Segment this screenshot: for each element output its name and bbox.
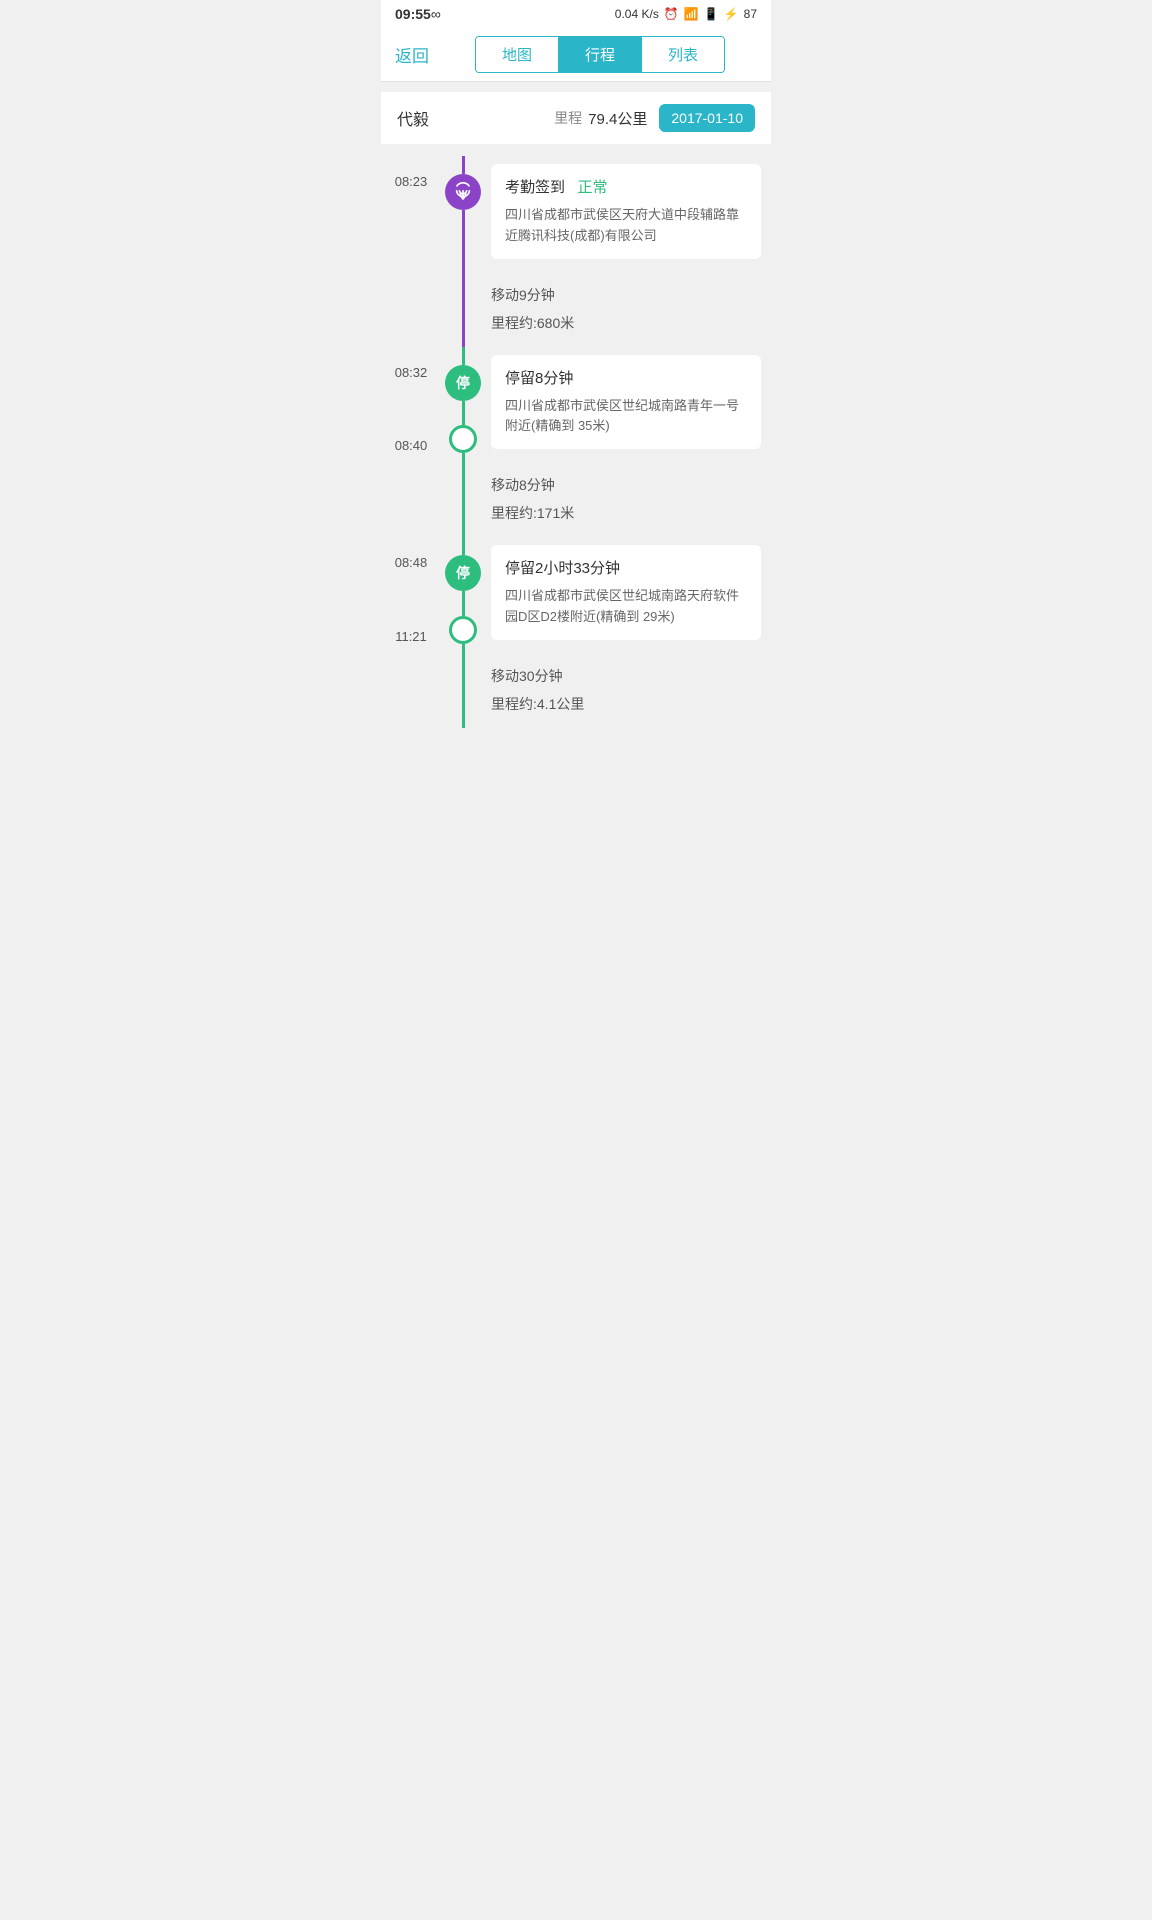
move-segment-1: 移动8分钟 里程约:171米 [381,461,771,537]
status-right: 0.04 K/s ⏰ 📶 📱 ⚡ 87 [615,7,757,21]
status-infinity: ∞ [431,6,441,22]
stop-card-1: 停留2小时33分钟 四川省成都市武侯区世纪城南路天府软件园D区D2楼附近(精确到… [491,545,761,640]
status-time: 09:55 [395,6,431,22]
stop-content-0: 停留8分钟 四川省成都市武侯区世纪城南路青年一号附近(精确到 35米) [485,347,771,462]
event-title-0: 考勤签到 正常 [505,176,747,197]
move-content-2: 移动30分钟 里程约:4.1公里 [485,652,771,728]
time-col-0: 08:23 [381,156,441,271]
move-dot-col-0 [441,271,485,347]
stop-title-0: 停留8分钟 [505,367,747,388]
move-dot-col-2 [441,652,485,728]
line-top-0 [462,156,465,174]
date-badge: 2017-01-10 [659,104,755,132]
alarm-icon: ⏰ [664,7,679,21]
event-card-0: 考勤签到 正常 四川省成都市武侯区天府大道中段辅路靠近腾讯科技(成都)有限公司 [491,164,761,259]
move-line-0 [462,271,465,347]
stop-row-1: 08:48 11:21 停 停留2小时33分钟 四川省成都市武侯区世纪城南路天府… [381,537,771,652]
tab-trip[interactable]: 行程 [559,37,642,72]
stop-time-col-1: 08:48 11:21 [381,537,441,652]
stop-line-top-0 [462,347,465,365]
stop-addr-0: 四川省成都市武侯区世纪城南路青年一号附近(精确到 35米) [505,396,747,438]
driver-name: 代毅 [397,106,429,130]
dot-col-0 [441,156,485,271]
event-time-0: 08:23 [395,174,428,189]
stop-content-1: 停留2小时33分钟 四川省成都市武侯区世纪城南路天府软件园D区D2楼附近(精确到… [485,537,771,652]
tab-list[interactable]: 列表 [642,37,724,72]
nav-tabs: 地图 行程 列表 [475,36,725,73]
move-line-2 [462,652,465,728]
move-segment-0: 移动9分钟 里程约:680米 [381,271,771,347]
stop-line-bot-1 [462,644,465,652]
move-line-1 [462,461,465,537]
stop-card-0: 停留8分钟 四川省成都市武侯区世纪城南路青年一号附近(精确到 35米) [491,355,761,450]
stop-time-start-1: 08:48 [395,555,428,570]
move-duration-0: 移动9分钟 [491,281,761,309]
stop-line-mid-1 [462,591,465,616]
dot-0 [445,174,481,210]
stop-dot-end-0 [449,425,477,453]
stop-row-0: 08:32 08:40 停 停留8分钟 四川省成都市武侯区世纪城南路青年一号附近… [381,347,771,462]
move-segment-2: 移动30分钟 里程约:4.1公里 [381,652,771,728]
signal-icon: 📱 [704,7,719,21]
stop-line-mid-0 [462,401,465,426]
stop-dot-col-1: 停 [441,537,485,652]
tab-map[interactable]: 地图 [476,37,559,72]
mileage-value: 79.4公里 [588,108,647,129]
mileage-label: 里程 [554,108,582,128]
stop-line-top-1 [462,537,465,555]
timeline-event-0: 08:23 考勤签到 [381,156,771,271]
line-bottom-0 [462,210,465,271]
move-content-0: 移动9分钟 里程约:680米 [485,271,771,347]
stop-dot-col-0: 停 [441,347,485,462]
charging-icon: ⚡ [724,7,739,21]
stop-title-1: 停留2小时33分钟 [505,557,747,578]
wifi-icon: 📶 [684,7,699,21]
move-duration-1: 移动8分钟 [491,471,761,499]
nav-bar: 返回 地图 行程 列表 [381,28,771,82]
stop-addr-1: 四川省成都市武侯区世纪城南路天府软件园D区D2楼附近(精确到 29米) [505,586,747,628]
back-button[interactable]: 返回 [395,42,429,67]
content-col-0: 考勤签到 正常 四川省成都市武侯区天府大道中段辅路靠近腾讯科技(成都)有限公司 [485,156,771,271]
event-addr-0: 四川省成都市武侯区天府大道中段辅路靠近腾讯科技(成都)有限公司 [505,205,747,247]
move-distance-0: 里程约:680米 [491,309,761,337]
event-status-0: 正常 [578,179,608,196]
move-duration-2: 移动30分钟 [491,662,761,690]
stop-time-start-0: 08:32 [395,365,428,380]
stop-dot-end-1 [449,616,477,644]
move-distance-1: 里程约:171米 [491,499,761,527]
move-time-spacer-2 [381,652,441,728]
stop-line-bot-0 [462,453,465,461]
status-speed: 0.04 K/s [615,7,659,21]
stop-dot-0: 停 [445,365,481,401]
stop-time-end-1: 11:21 [395,629,427,644]
stop-time-col-0: 08:32 08:40 [381,347,441,462]
status-bar: 09:55 ∞ 0.04 K/s ⏰ 📶 📱 ⚡ 87 [381,0,771,28]
info-bar: 代毅 里程 79.4公里 2017-01-10 [381,92,771,144]
move-content-1: 移动8分钟 里程约:171米 [485,461,771,537]
move-dot-col-1 [441,461,485,537]
move-time-spacer-0 [381,271,441,347]
move-distance-2: 里程约:4.1公里 [491,690,761,718]
move-time-spacer-1 [381,461,441,537]
battery-value: 87 [744,7,757,21]
stop-dot-1: 停 [445,555,481,591]
stop-time-end-0: 08:40 [395,438,428,453]
timeline: 08:23 考勤签到 [381,146,771,738]
